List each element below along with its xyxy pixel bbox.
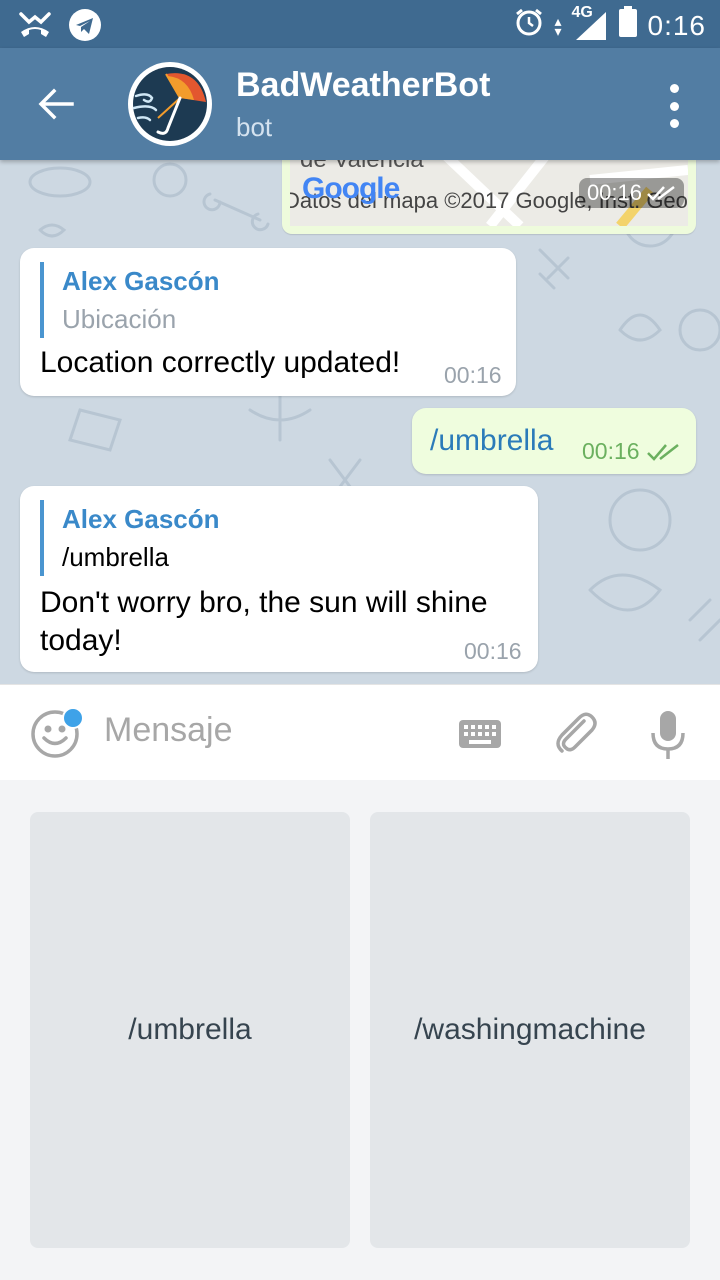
message-text: /umbrella [430,424,554,457]
location-message[interactable]: de Valencia Datos del mapa ©2017 Google,… [282,160,696,234]
map-message-time: 00:16 [578,178,684,208]
alarm-icon [514,7,544,44]
chat-header: BadWeatherBot bot [0,48,720,160]
dot-icon [669,101,679,111]
keyboard-icon [459,720,501,748]
message-time: 00:16 [464,638,522,664]
google-logo: Google [302,172,400,205]
reply-text: /umbrella [62,542,169,572]
time-label: 00:16 [582,438,640,464]
telegram-icon [68,8,102,47]
status-bar: ▴ ▾ 4G 0:16 [0,0,720,48]
message-text: Don't worry bro, the sun will shine toda… [40,586,488,657]
attach-button[interactable] [550,707,602,759]
dot-icon [669,119,679,128]
message-composer: Mensaje [0,684,720,781]
bot-keyboard-toggle-button[interactable] [458,719,502,749]
message-time: 00:16 [582,438,680,465]
reply-quote[interactable]: Alex Gascón Ubicación [40,262,220,338]
chat-subtitle: bot [236,112,273,142]
missed-call-icon [18,10,52,45]
reply-author: Alex Gascón [62,504,220,534]
incoming-message[interactable]: Alex Gascón Ubicación Location correctly… [20,248,516,396]
reply-author: Alex Gascón [62,266,220,296]
bot-command-button-washingmachine[interactable]: /washingmachine [370,812,690,1248]
incoming-message[interactable]: Alex Gascón /umbrella Don't worry bro, t… [20,486,538,672]
message-input[interactable]: Mensaje [104,711,233,750]
dot-icon [669,84,679,93]
microphone-icon [651,711,685,759]
outgoing-message[interactable]: /umbrella 00:16 [412,408,696,474]
back-arrow-icon [38,88,74,120]
chat-title: BadWeatherBot [236,66,491,104]
bot-command-button-umbrella[interactable]: /umbrella [30,812,350,1248]
voice-message-button[interactable] [648,709,688,761]
paperclip-icon [556,712,597,753]
notification-dot [62,707,84,729]
clock: 0:16 [647,9,706,41]
overflow-menu-button[interactable] [654,84,694,128]
umbrella-wind-icon [132,67,207,141]
chat-area[interactable]: de Valencia Datos del mapa ©2017 Google,… [0,160,720,684]
data-arrows-icon: ▴ ▾ [554,12,562,39]
double-check-icon [647,186,675,201]
double-check-icon [646,443,679,461]
battery-icon [618,6,638,45]
bot-avatar[interactable] [128,62,212,146]
reply-quote[interactable]: Alex Gascón /umbrella [40,500,220,576]
message-time: 00:16 [444,362,502,388]
back-button[interactable] [26,78,86,130]
signal-icon: 4G [572,4,608,42]
message-text: Location correctly updated! [40,346,401,379]
reply-text: Ubicación [62,304,177,334]
time-label: 00:16 [586,180,642,205]
bot-keyboard: /umbrella /washingmachine [0,780,720,1280]
